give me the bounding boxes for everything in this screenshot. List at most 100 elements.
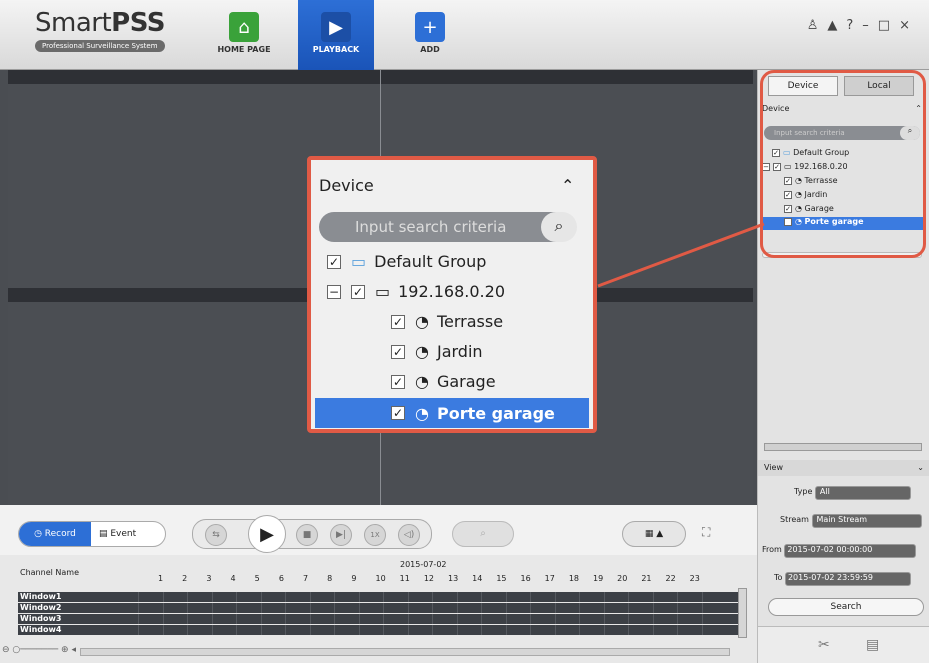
callout-channel: ✓ ◔ Jardin [391,342,483,361]
timeline-cell [554,625,556,635]
record-tab[interactable]: ◷ Record [19,522,91,546]
vertical-scrollbar[interactable] [738,588,747,638]
timeline-cell [554,603,556,613]
app-subtitle: Professional Surveillance System [35,40,165,52]
tab-local[interactable]: Local [844,76,914,96]
help-icon[interactable]: ? [846,18,862,33]
stream-row: Stream Main Stream [780,514,922,528]
from-datetime[interactable]: 2015-07-02 00:00:00 [784,544,917,558]
scissors-icon[interactable]: ✂ [818,637,830,653]
callout-connector [597,222,765,288]
lock-icon[interactable]: ▲ [827,18,846,33]
timeline-row[interactable]: Window1 [18,592,738,602]
hour-label: 16 [520,574,531,583]
checkbox[interactable]: ✓ [773,162,781,171]
type-select[interactable]: All [814,486,911,500]
checkbox[interactable]: ✓ [772,148,780,157]
group-label: Default Group [374,252,487,271]
zoom-slider[interactable]: ⊖ ○─────── ⊕ ◂ [2,645,76,655]
stream-select[interactable]: Main Stream [811,514,922,528]
device-section-header[interactable]: Device ⌃ [762,104,926,118]
device-header-label: Device [762,104,790,113]
volume-button[interactable]: ◁) [398,524,420,546]
timeline-cell [211,614,213,624]
export-icon[interactable]: ▤ [866,637,879,653]
device-search-input[interactable]: Input search criteria [764,126,920,140]
camera-icon: ◔ [415,403,429,423]
channel-label: Jardin [804,190,828,199]
collapse-icon[interactable]: − [762,162,770,171]
timeline-cell [358,603,360,613]
timeline-cell [309,603,311,613]
timeline-cell [236,625,237,635]
timeline-scrollbar[interactable] [80,648,730,656]
checkbox[interactable]: ✓ [784,217,792,226]
checkbox[interactable]: ✓ [784,190,792,199]
tree-channel[interactable]: ✓ ◔ Garage [784,204,834,213]
play-button[interactable]: ▶ [248,515,286,553]
event-tab[interactable]: ▤ Event [99,522,136,546]
record-event-toggle: ◷ Record ▤ Event [18,521,166,547]
timeline-row[interactable]: Window2 [18,603,738,613]
camera-icon: ◔ [795,217,802,226]
timeline-cell [554,614,556,624]
timeline-cell [505,625,507,635]
tree-scrollbar[interactable] [764,443,922,451]
user-icon[interactable]: ♙ [807,18,828,33]
speed-button[interactable]: 1X [364,524,386,546]
timeline-cell [481,625,482,635]
zoom-search-button[interactable]: ⌕ [452,521,514,547]
minimize-icon[interactable]: – [862,18,878,33]
grid-layout-icon: ▦ ▲ [644,529,664,539]
layout-selector[interactable]: ▦ ▲ [622,521,686,547]
timeline-cell [652,614,654,624]
hour-label: 7 [303,574,309,583]
timeline[interactable]: Channel Name 2015-07-02 1 2 3 4 5 6 7 8 9 10 11 12 1… [18,560,738,650]
timeline-row[interactable]: Window4 [18,625,738,635]
tree-channel[interactable]: ✓ ◔ Terrasse [784,176,838,185]
timeline-cell [628,625,629,635]
timeline-cell [530,625,531,635]
tree-device[interactable]: − ✓ ▭ 192.168.0.20 [762,162,848,171]
chevron-up-icon: ⌃ [915,104,922,113]
timeline-cell [579,614,580,624]
timeline-cell [162,614,164,624]
view-section-header[interactable]: View ⌄ [758,460,929,476]
hour-label: 10 [375,574,386,583]
next-frame-button[interactable]: ▶| [330,524,352,546]
timeline-cell [309,614,311,624]
timeline-row[interactable]: Window3 [18,614,738,624]
device-label: 192.168.0.20 [794,162,848,171]
device-label: 192.168.0.20 [398,282,505,301]
search-icon[interactable]: ⌕ [900,126,920,140]
timeline-cell [383,592,384,602]
collapse-icon: − [327,284,341,299]
tree-channel[interactable]: ✓ ◔ Jardin [784,190,827,199]
nav-home-page[interactable]: ⌂ HOME PAGE [206,0,282,70]
channel-label: Garage [436,372,496,391]
nav-playback[interactable]: ▶ PLAYBACK [298,0,374,70]
hour-label: 19 [593,574,604,583]
channel-label: Terrasse [436,312,504,331]
close-icon[interactable]: × [899,18,919,33]
tree-default-group[interactable]: ✓ ▭ Default Group [772,148,849,157]
checkbox[interactable]: ✓ [784,176,792,185]
to-datetime[interactable]: 2015-07-02 23:59:59 [784,572,911,586]
app-logo: SmartPSS Professional Surveillance Syste… [35,8,165,52]
checkbox[interactable]: ✓ [784,204,792,213]
callout-channel: ✓ ◔ Garage [391,372,496,391]
camera-icon: ◔ [415,342,429,361]
timeline-cell [505,603,507,613]
search-button[interactable]: Search [768,598,924,616]
stop-button[interactable]: ■ [296,524,318,546]
fullscreen-icon[interactable]: ⛶ [702,525,710,540]
app-name-regular: Smart [35,8,112,38]
sync-icon[interactable]: ⇆ [205,524,227,546]
tree-channel-selected[interactable]: ✓ ◔ Porte garage [762,217,926,230]
event-label: Event [110,529,137,539]
nav-add[interactable]: + ADD [392,0,468,70]
tab-device[interactable]: Device [768,76,838,96]
maximize-icon[interactable]: □ [878,18,899,33]
timeline-cell [236,614,237,624]
timeline-cell [407,625,409,635]
